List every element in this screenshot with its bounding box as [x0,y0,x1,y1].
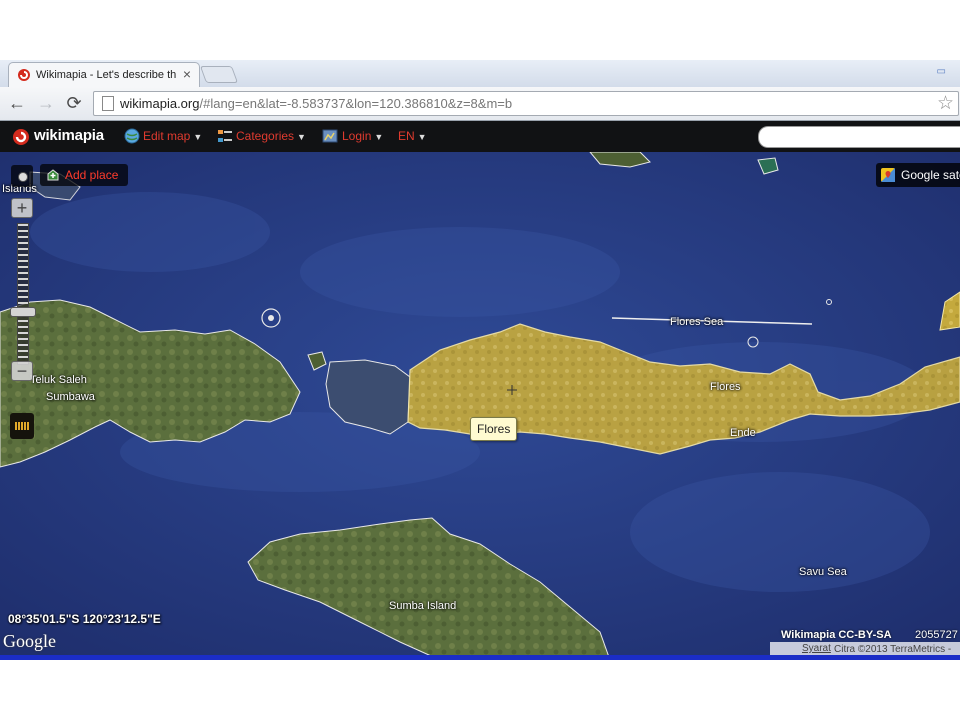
map-label-sumbawa: Sumbawa [46,391,95,403]
forward-arrow-icon[interactable]: → [36,93,56,113]
google-maps-icon [881,168,895,182]
wikimapia-favicon-icon [18,69,30,81]
zoom-slider-track[interactable] [17,223,29,365]
map-login-icon [322,129,338,143]
bookmark-star-icon[interactable]: ☆ [937,92,954,115]
map-label-sumba-island: Sumba Island [389,600,457,612]
coordinates-readout: 08°35'01.5"S 120°23'12.5"E [8,612,161,626]
address-bar[interactable]: wikimapia.org/#lang=en&lat=-8.583737&lon… [93,91,959,116]
new-tab-button[interactable] [199,66,239,83]
bottom-blank-area [0,660,960,720]
map-label-savu-sea: Savu Sea [799,566,847,578]
chevron-down-icon: ▼ [374,132,384,142]
reload-icon[interactable]: ⟳ [64,93,84,113]
page-icon [102,96,114,111]
language-label: EN [398,129,415,143]
edit-map-menu[interactable]: Edit map ▼ [143,129,202,143]
terms-link[interactable]: Syarat [802,643,831,654]
map-label-teluk-saleh: Teluk Saleh [30,374,87,386]
add-place-label: Add place [65,168,119,182]
map-label-flores-sea: Flores Sea [670,316,724,328]
wikimapia-logo-text[interactable]: wikimapia [34,127,104,144]
license-text[interactable]: Wikimapia CC-BY-SA [781,629,892,641]
language-menu[interactable]: EN ▼ [398,129,427,143]
google-satellite-button[interactable]: Google satellite [876,163,960,187]
window-control-icon[interactable]: ▭ [937,66,946,77]
ruler-button[interactable] [10,413,34,439]
place-tooltip: Flores [470,417,518,441]
login-menu[interactable]: Login ▼ [342,129,383,143]
categories-icon [218,130,232,142]
map-label-flores: Flores [710,381,741,393]
url-host: wikimapia.org [120,96,200,111]
chevron-down-icon: ▼ [193,132,203,142]
tab-close-icon[interactable]: × [183,66,191,82]
browser-tab[interactable]: Wikimapia - Let's describe th × [8,62,200,88]
map-label-ende: Ende [730,427,756,439]
globe-edit-icon [124,128,140,144]
my-location-button[interactable] [11,165,33,187]
zoom-out-button[interactable]: − [11,361,33,381]
zoom-in-button[interactable]: + [11,198,33,218]
tab-title: Wikimapia - Let's describe th [36,69,177,81]
attribution-bar: Citra ©2013 TerraMetrics - Syarat [770,642,960,656]
top-blank-area [0,0,960,60]
zoom-slider-handle[interactable] [10,307,36,317]
add-place-button[interactable]: Add place [40,164,128,186]
chevron-down-icon: ▼ [417,132,427,142]
back-arrow-icon[interactable]: ← [7,93,27,113]
satellite-map[interactable] [0,152,960,660]
imagery-credit: Citra ©2013 TerraMetrics - [834,644,952,655]
zoom-control: + − [10,163,36,441]
map-imagery [0,152,960,660]
google-satellite-label: Google satellite [901,168,960,182]
google-logo[interactable]: Google [3,631,56,652]
categories-menu[interactable]: Categories ▼ [236,129,306,143]
add-place-icon [47,169,59,181]
attribution-text: Citra ©2013 TerraMetrics - Syarat [802,643,951,655]
ruler-icon [15,422,29,430]
search-input[interactable] [758,126,960,148]
url-text[interactable]: wikimapia.org/#lang=en&lat=-8.583737&lon… [120,96,512,111]
login-label: Login [342,129,372,143]
scale-number: 2055727 [915,629,958,641]
edit-map-label: Edit map [143,129,191,143]
wikimapia-logo-icon[interactable] [12,128,30,146]
categories-label: Categories [236,129,295,143]
location-icon [18,172,28,182]
url-path: /#lang=en&lat=-8.583737&lon=120.386810&z… [199,96,513,111]
chevron-down-icon: ▼ [297,132,306,142]
